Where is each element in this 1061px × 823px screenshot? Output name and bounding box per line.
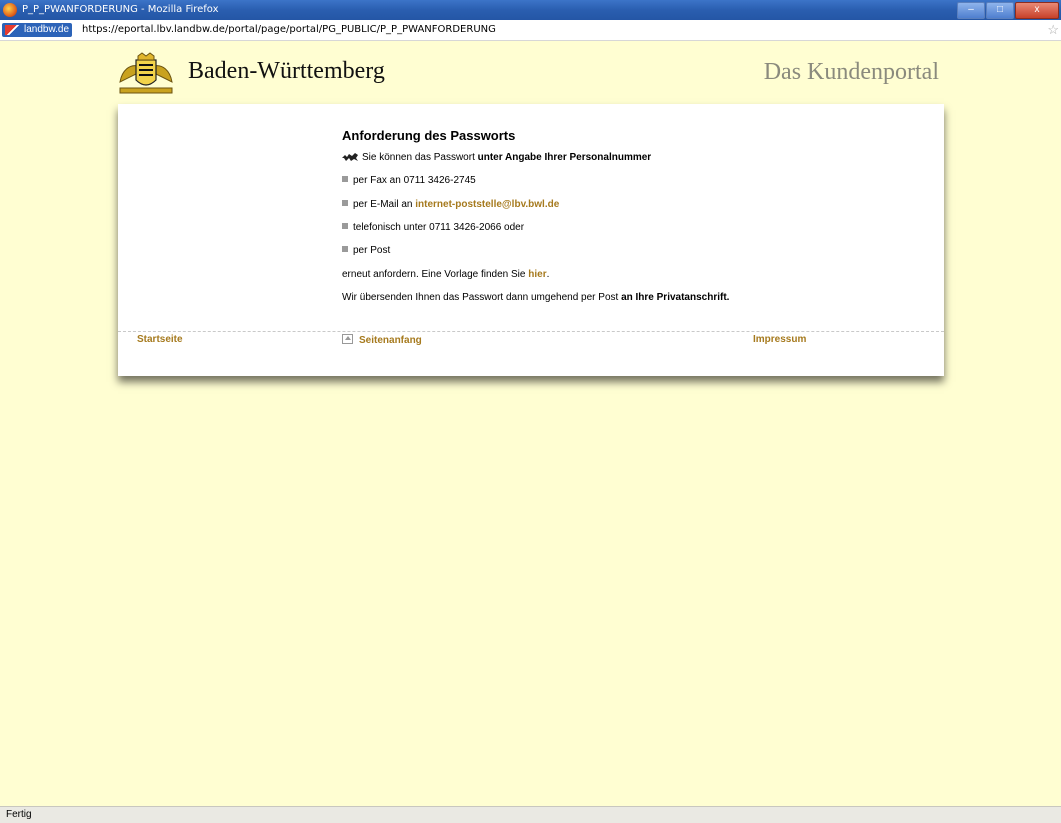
bullet-icon: [342, 200, 348, 206]
top-link[interactable]: Seitenanfang: [342, 334, 422, 346]
request-suffix: .: [546, 269, 550, 280]
window-title: P_P_PWANFORDERUNG - Mozilla Firefox: [22, 4, 219, 15]
url-field[interactable]: https://eportal.lbv.landbw.de/portal/pag…: [82, 20, 496, 40]
coat-of-arms-icon: [116, 52, 176, 96]
footer-divider: [118, 331, 944, 332]
list-item-post: per Post: [342, 245, 390, 256]
maximize-button[interactable]: □: [986, 2, 1014, 19]
brand-title: Baden-Württemberg: [188, 58, 385, 84]
page-title: Anforderung des Passworts: [342, 128, 516, 143]
email-link[interactable]: internet-poststelle@lbv.bwl.de: [415, 199, 559, 210]
intro-text: Sie können das Passwort: [362, 152, 478, 163]
site-identity-label: landbw.de: [24, 24, 70, 35]
list-item-phone: telefonisch unter 0711 3426-2066 oder: [342, 222, 524, 233]
intro-emphasis: unter Angabe Ihrer Personalnummer: [477, 152, 652, 163]
intro-line: Sie können das Passwort unter Angabe Ihr…: [342, 152, 651, 163]
request-line: erneut anfordern. Eine Vorlage finden Si…: [342, 269, 549, 280]
list-item-email: per E-Mail an internet-poststelle@lbv.bw…: [342, 199, 559, 210]
template-link[interactable]: hier: [528, 269, 546, 280]
bullet-icon: [342, 223, 348, 229]
request-text: erneut anfordern. Eine Vorlage finden Si…: [342, 269, 529, 280]
window-controls: – □ x: [956, 2, 1059, 19]
window-titlebar: P_P_PWANFORDERUNG - Mozilla Firefox – □ …: [0, 0, 1061, 20]
arrow-up-icon: [342, 334, 353, 344]
firefox-icon: [3, 3, 17, 17]
site-identity-button[interactable]: landbw.de: [2, 23, 73, 37]
lion-icon: [342, 153, 358, 161]
imprint-link[interactable]: Impressum: [753, 334, 806, 345]
bullet-icon: [342, 246, 348, 252]
phone-text: telefonisch unter 0711 3426-2066 oder: [353, 222, 525, 233]
star-icon[interactable]: ☆: [1047, 20, 1059, 40]
top-link-label: Seitenanfang: [359, 335, 422, 346]
home-link[interactable]: Startseite: [137, 334, 183, 345]
closing-line: Wir übersenden Ihnen das Passwort dann u…: [342, 292, 729, 303]
portal-title: Das Kundenportal: [763, 59, 939, 85]
closing-emphasis: an Ihre Privatanschrift.: [621, 292, 730, 303]
closing-text: Wir übersenden Ihnen das Passwort dann u…: [342, 292, 622, 303]
minimize-button[interactable]: –: [957, 2, 985, 19]
bullet-icon: [342, 176, 348, 182]
address-bar: landbw.de https://eportal.lbv.landbw.de/…: [0, 20, 1061, 41]
email-prefix: per E-Mail an: [353, 199, 416, 210]
site-favicon-icon: [5, 25, 21, 35]
status-bar: Fertig: [0, 806, 1061, 823]
status-text: Fertig: [6, 809, 32, 820]
password-request-section: Anforderung des Passworts Sie können das…: [342, 128, 862, 303]
close-button[interactable]: x: [1015, 2, 1059, 19]
fax-text: per Fax an 0711 3426-2745: [353, 175, 476, 186]
list-item-fax: per Fax an 0711 3426-2745: [342, 175, 476, 186]
post-text: per Post: [353, 245, 391, 256]
